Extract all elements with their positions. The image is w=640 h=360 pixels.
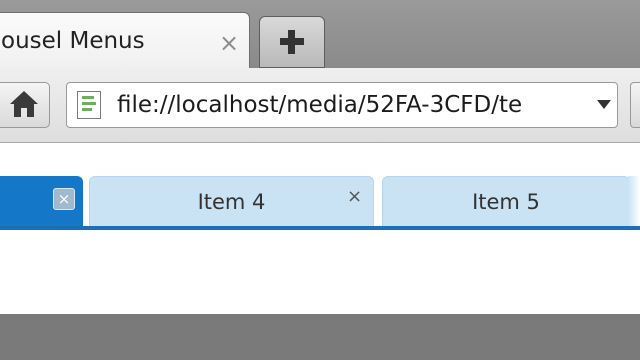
browser-tab-title: ousel Menus	[1, 28, 145, 54]
new-tab-button[interactable]	[259, 16, 325, 68]
carousel-tab-label: Item 5	[472, 190, 540, 214]
window-bottom-bar	[0, 314, 640, 360]
browser-tab-strip: ousel Menus ×	[0, 0, 640, 73]
close-icon[interactable]: ×	[53, 188, 75, 210]
carousel-tab-selected[interactable]: ×	[0, 176, 83, 227]
home-button[interactable]	[0, 82, 50, 128]
page-content: × Item 4 × Item 5	[0, 143, 640, 314]
carousel-fade	[628, 176, 640, 227]
url-text[interactable]: file://localhost/media/52FA-3CFD/te	[117, 92, 587, 118]
carousel-tab-item-4[interactable]: Item 4 ×	[89, 176, 374, 227]
carousel-tab-label: Item 4	[197, 190, 266, 214]
page-icon	[77, 91, 101, 119]
close-icon[interactable]: ×	[347, 188, 362, 206]
browser-tab-active[interactable]: ousel Menus ×	[0, 12, 250, 73]
tab-close-icon[interactable]: ×	[217, 31, 241, 55]
navigation-bar: file://localhost/media/52FA-3CFD/te	[0, 68, 640, 143]
toolbar-button-edge[interactable]	[630, 82, 640, 128]
carousel-underline	[0, 226, 640, 230]
chevron-down-icon[interactable]	[597, 100, 611, 109]
home-icon	[10, 91, 38, 104]
url-bar[interactable]: file://localhost/media/52FA-3CFD/te	[66, 82, 618, 128]
carousel-tab-item-5[interactable]: Item 5	[382, 176, 630, 227]
